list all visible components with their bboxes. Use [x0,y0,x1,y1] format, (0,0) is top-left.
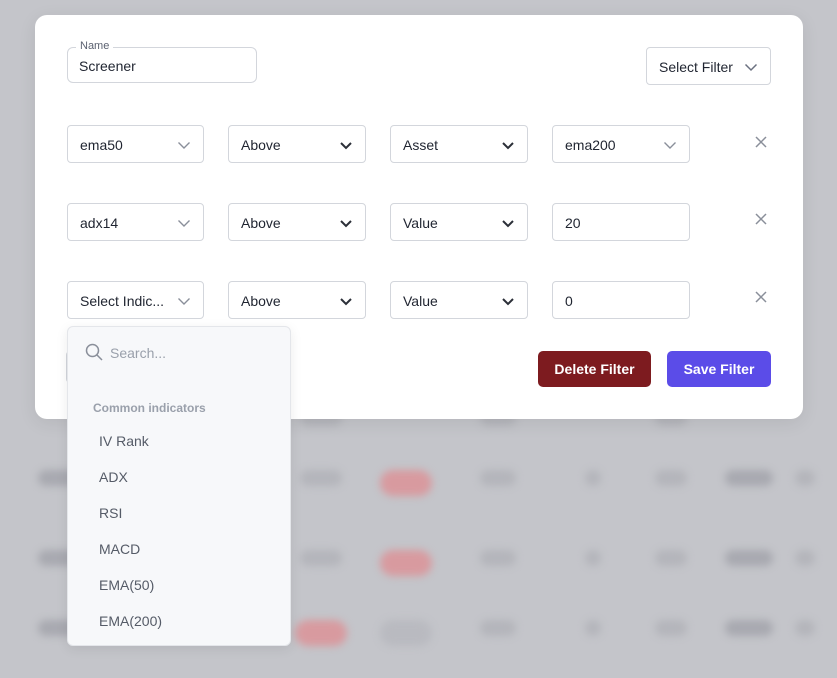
search-icon [85,343,103,361]
indicator-dropdown-menu: Common indicators IV Rank ADX RSI MACD E… [67,326,291,646]
row3-compare-type-label: Value [403,293,438,309]
row2-compare-type-select[interactable]: Value [390,203,528,241]
name-field-value: Screener [79,58,136,74]
row3-value-text: 0 [565,293,573,309]
row1-condition-label: Above [241,137,281,153]
chevron-down-icon [501,216,515,230]
chevron-down-icon [501,294,515,308]
chevron-down-icon [177,138,191,152]
dropdown-item[interactable]: ADX [99,469,128,485]
dropdown-heading: Common indicators [93,401,206,415]
chevron-down-icon [177,294,191,308]
row1-compare-type-select[interactable]: Asset [390,125,528,163]
dropdown-item[interactable]: RSI [99,505,122,521]
row2-indicator-select[interactable]: adx14 [67,203,204,241]
row3-remove-close-icon[interactable] [754,290,768,304]
chevron-down-icon [339,216,353,230]
indicator-search-input[interactable] [110,342,275,364]
dropdown-item[interactable]: EMA(50) [99,577,154,593]
row1-indicator-select[interactable]: ema50 [67,125,204,163]
dropdown-item[interactable]: EMA(200) [99,613,162,629]
row1-indicator-label: ema50 [80,137,123,153]
chevron-down-icon [177,216,191,230]
row2-condition-label: Above [241,215,281,231]
chevron-down-icon [339,138,353,152]
row2-compare-type-label: Value [403,215,438,231]
row2-remove-close-icon[interactable] [754,212,768,226]
name-field[interactable]: Name Screener [67,40,257,83]
row2-condition-select[interactable]: Above [228,203,366,241]
row1-target-label: ema200 [565,137,616,153]
save-filter-button[interactable]: Save Filter [667,351,771,387]
dropdown-item[interactable]: IV Rank [99,433,149,449]
chevron-down-icon [663,138,677,152]
row3-indicator-label: Select Indic... [80,293,165,309]
chevron-down-icon [339,294,353,308]
chevron-down-icon [744,60,758,74]
row2-indicator-label: adx14 [80,215,119,231]
row3-value-input[interactable]: 0 [552,281,690,319]
row2-value-text: 20 [565,215,581,231]
row3-condition-select[interactable]: Above [228,281,366,319]
select-filter-label: Select Filter [659,59,733,75]
row3-indicator-select[interactable]: Select Indic... [67,281,204,319]
delete-filter-button[interactable]: Delete Filter [538,351,651,387]
row1-compare-type-label: Asset [403,137,439,153]
row3-condition-label: Above [241,293,281,309]
row1-remove-close-icon[interactable] [754,135,768,149]
dropdown-item[interactable]: MACD [99,541,140,557]
row3-compare-type-select[interactable]: Value [390,281,528,319]
chevron-down-icon [501,138,515,152]
select-filter-dropdown[interactable]: Select Filter [646,47,771,85]
row1-condition-select[interactable]: Above [228,125,366,163]
name-field-label: Name [76,40,114,52]
row2-value-input[interactable]: 20 [552,203,690,241]
row1-target-select[interactable]: ema200 [552,125,690,163]
